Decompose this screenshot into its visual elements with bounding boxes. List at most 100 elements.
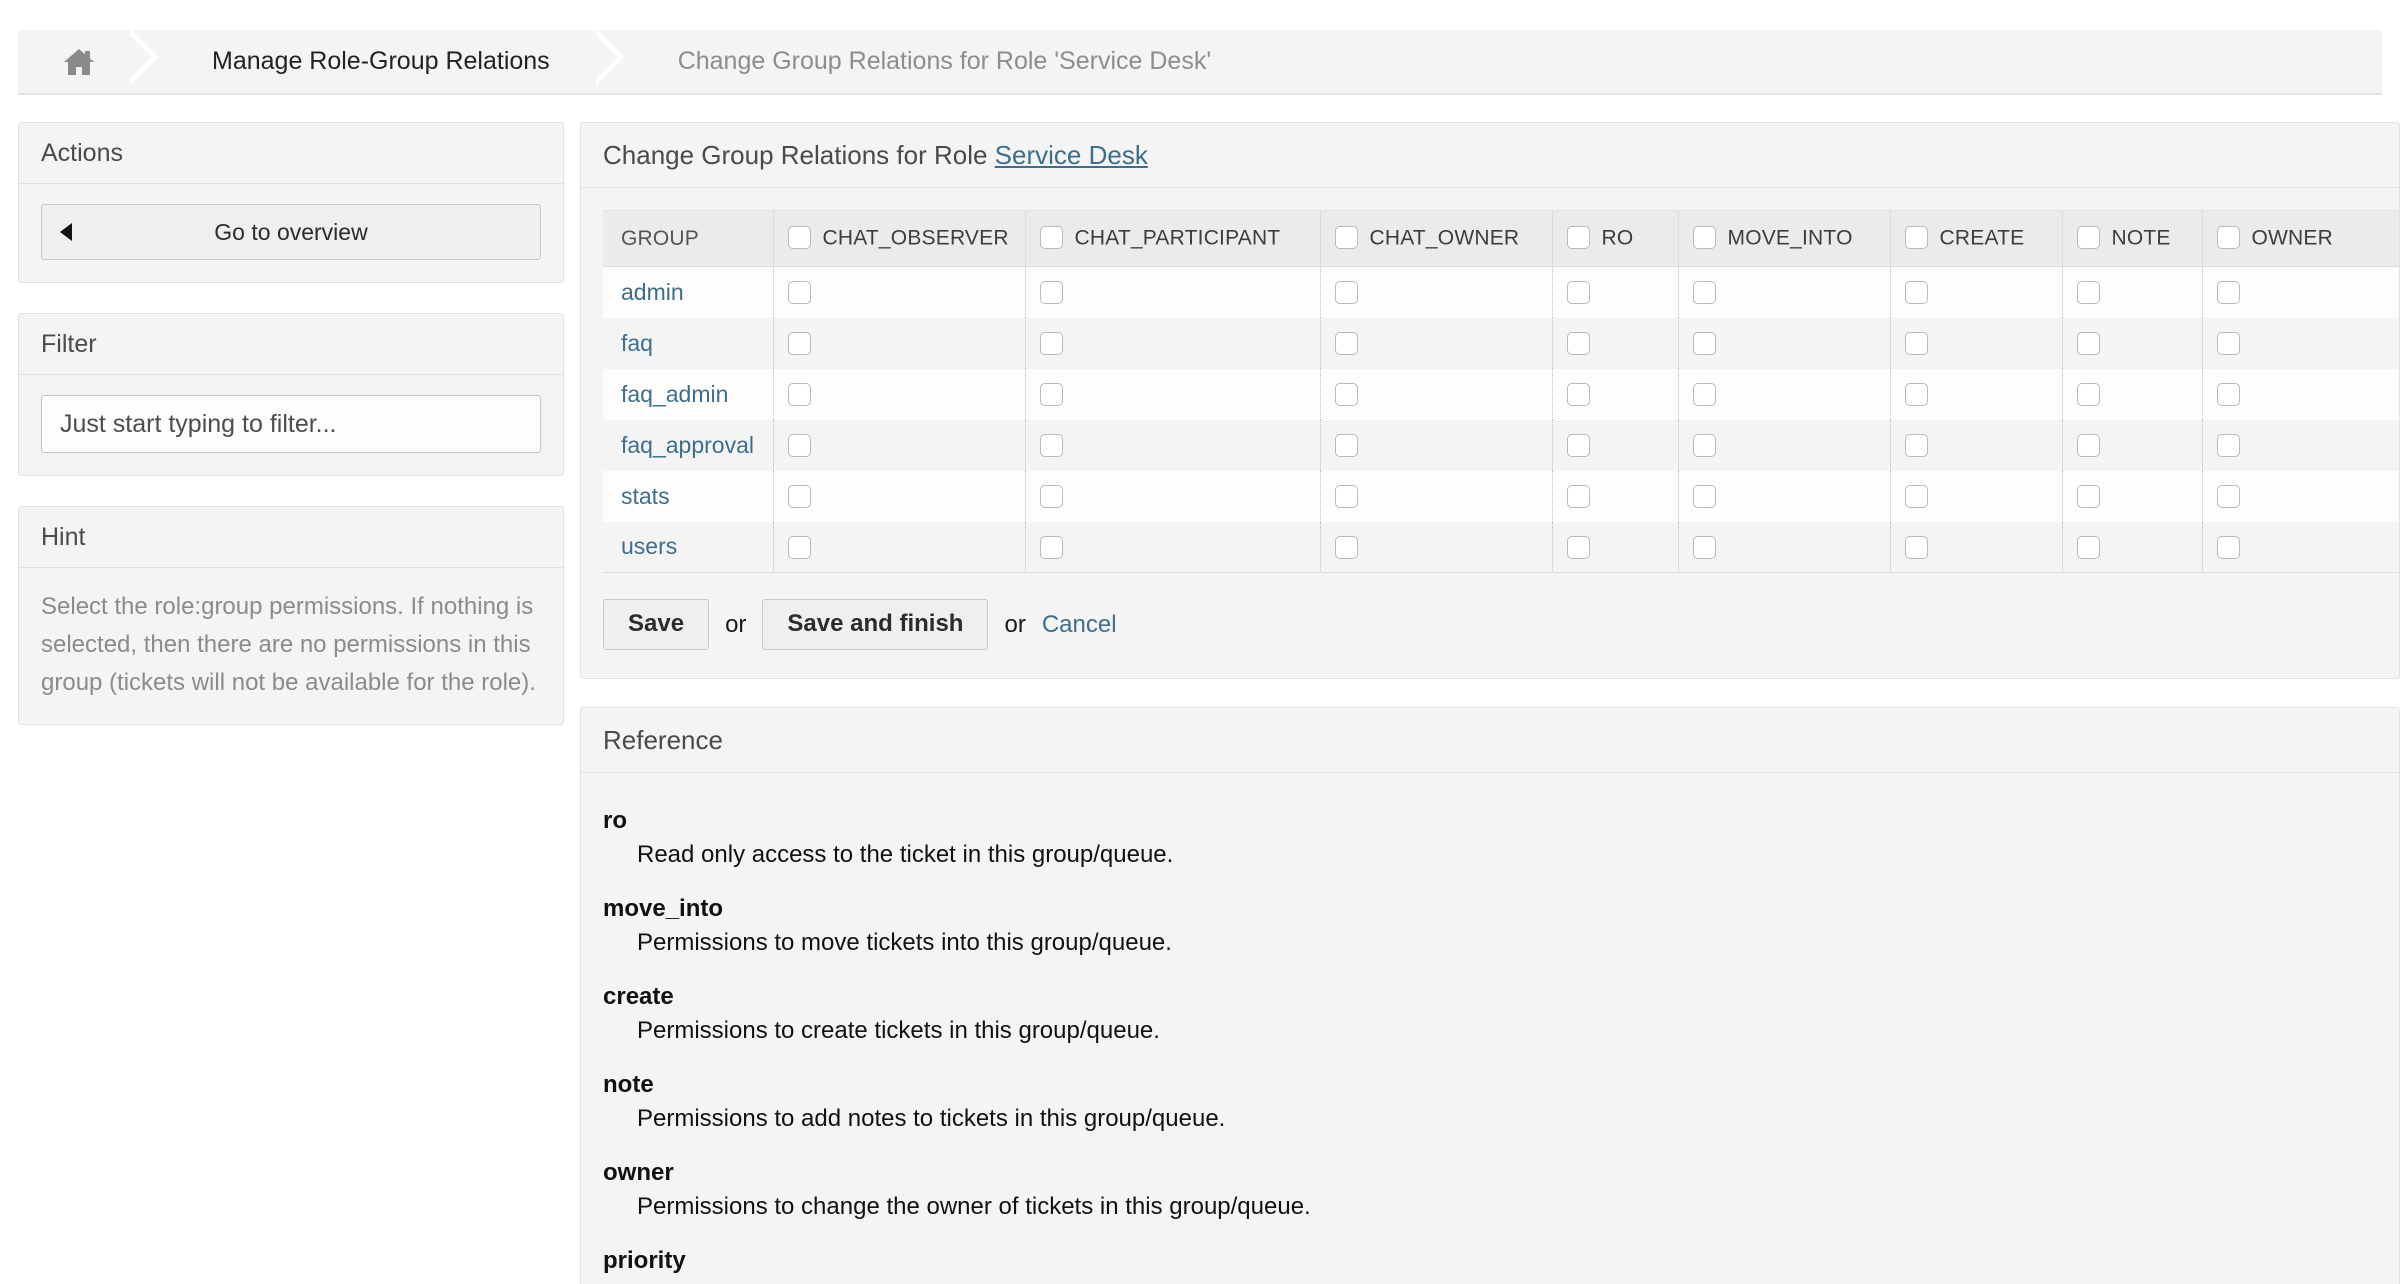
checkbox-admin-create[interactable]	[1905, 281, 1928, 304]
checkbox-faq_approval-create[interactable]	[1905, 434, 1928, 457]
reference-entry: notePermissions to add notes to tickets …	[603, 1071, 2377, 1133]
reference-entry: ownerPermissions to change the owner of …	[603, 1159, 2377, 1221]
checkbox-faq-create[interactable]	[1905, 332, 1928, 355]
permission-cell	[1890, 318, 2062, 369]
group-link-faq[interactable]: faq	[621, 330, 653, 356]
breadcrumb: Manage Role-Group Relations Change Group…	[18, 30, 2382, 95]
permission-cell	[1320, 522, 1552, 573]
reference-definition: Permissions to create tickets in this gr…	[637, 1017, 2377, 1045]
go-to-overview-button[interactable]: Go to overview	[41, 204, 541, 260]
permission-table-header-row: GROUP CHAT_OBSERVERCHAT_PARTICIPANTCHAT_…	[603, 211, 2399, 267]
select-all-checkbox-ro[interactable]	[1567, 226, 1590, 249]
checkbox-users-ro[interactable]	[1567, 536, 1590, 559]
column-header-chat_observer: CHAT_OBSERVER	[773, 211, 1025, 267]
checkbox-users-chat_observer[interactable]	[788, 536, 811, 559]
table-row: faq_admin	[603, 369, 2399, 420]
group-link-faq_approval[interactable]: faq_approval	[621, 432, 754, 458]
save-button[interactable]: Save	[603, 599, 709, 650]
role-link[interactable]: Service Desk	[995, 140, 1148, 170]
permission-cell	[2202, 267, 2399, 318]
group-link-admin[interactable]: admin	[621, 279, 684, 305]
cancel-link[interactable]: Cancel	[1042, 611, 1117, 639]
group-link-faq_admin[interactable]: faq_admin	[621, 381, 728, 407]
permission-cell	[1320, 318, 1552, 369]
column-header-label: MOVE_INTO	[1728, 227, 1853, 250]
permission-cell	[773, 318, 1025, 369]
checkbox-faq-move_into[interactable]	[1693, 332, 1716, 355]
table-row: users	[603, 522, 2399, 573]
checkbox-faq_admin-create[interactable]	[1905, 383, 1928, 406]
group-name-cell: faq_admin	[603, 369, 773, 420]
checkbox-users-create[interactable]	[1905, 536, 1928, 559]
checkbox-faq_approval-chat_owner[interactable]	[1335, 434, 1358, 457]
checkbox-faq_approval-ro[interactable]	[1567, 434, 1590, 457]
permission-cell	[773, 522, 1025, 573]
hint-panel-body: Select the role:group permissions. If no…	[19, 568, 563, 724]
reference-term: priority	[603, 1247, 2377, 1275]
checkbox-admin-chat_owner[interactable]	[1335, 281, 1358, 304]
reference-entry: roRead only access to the ticket in this…	[603, 807, 2377, 869]
group-name-cell: faq_approval	[603, 420, 773, 471]
permission-cell	[1025, 267, 1320, 318]
breadcrumb-label: Manage Role-Group Relations	[212, 47, 550, 76]
checkbox-stats-note[interactable]	[2077, 485, 2100, 508]
checkbox-faq-chat_owner[interactable]	[1335, 332, 1358, 355]
checkbox-admin-owner[interactable]	[2217, 281, 2240, 304]
select-all-checkbox-chat_owner[interactable]	[1335, 226, 1358, 249]
save-and-finish-button[interactable]: Save and finish	[762, 599, 988, 650]
checkbox-faq_admin-ro[interactable]	[1567, 383, 1590, 406]
checkbox-faq-ro[interactable]	[1567, 332, 1590, 355]
checkbox-faq_approval-move_into[interactable]	[1693, 434, 1716, 457]
group-relations-panel: Change Group Relations for Role Service …	[580, 122, 2400, 679]
breadcrumb-item-manage-role-group-relations[interactable]: Manage Role-Group Relations	[170, 30, 596, 93]
column-header-ro: RO	[1552, 211, 1678, 267]
checkbox-faq_approval-chat_participant[interactable]	[1040, 434, 1063, 457]
checkbox-admin-chat_participant[interactable]	[1040, 281, 1063, 304]
checkbox-faq-chat_participant[interactable]	[1040, 332, 1063, 355]
group-link-users[interactable]: users	[621, 533, 677, 559]
checkbox-users-chat_participant[interactable]	[1040, 536, 1063, 559]
checkbox-users-note[interactable]	[2077, 536, 2100, 559]
checkbox-stats-owner[interactable]	[2217, 485, 2240, 508]
filter-input[interactable]	[41, 395, 541, 453]
select-all-checkbox-chat_participant[interactable]	[1040, 226, 1063, 249]
checkbox-admin-move_into[interactable]	[1693, 281, 1716, 304]
checkbox-stats-ro[interactable]	[1567, 485, 1590, 508]
checkbox-users-owner[interactable]	[2217, 536, 2240, 559]
checkbox-faq_admin-chat_owner[interactable]	[1335, 383, 1358, 406]
checkbox-faq_admin-owner[interactable]	[2217, 383, 2240, 406]
column-header-chat_participant: CHAT_PARTICIPANT	[1025, 211, 1320, 267]
checkbox-admin-ro[interactable]	[1567, 281, 1590, 304]
checkbox-faq-chat_observer[interactable]	[788, 332, 811, 355]
select-all-checkbox-owner[interactable]	[2217, 226, 2240, 249]
checkbox-faq_admin-chat_observer[interactable]	[788, 383, 811, 406]
checkbox-admin-chat_observer[interactable]	[788, 281, 811, 304]
checkbox-faq_approval-owner[interactable]	[2217, 434, 2240, 457]
select-all-checkbox-create[interactable]	[1905, 226, 1928, 249]
permission-cell	[1678, 267, 1890, 318]
permission-cell	[1552, 420, 1678, 471]
select-all-checkbox-chat_observer[interactable]	[788, 226, 811, 249]
checkbox-faq_admin-note[interactable]	[2077, 383, 2100, 406]
checkbox-stats-create[interactable]	[1905, 485, 1928, 508]
checkbox-admin-note[interactable]	[2077, 281, 2100, 304]
checkbox-faq_admin-move_into[interactable]	[1693, 383, 1716, 406]
permission-cell	[1025, 318, 1320, 369]
checkbox-users-chat_owner[interactable]	[1335, 536, 1358, 559]
breadcrumb-item-current: Change Group Relations for Role 'Service…	[636, 30, 1257, 93]
checkbox-faq-owner[interactable]	[2217, 332, 2240, 355]
select-all-checkbox-move_into[interactable]	[1693, 226, 1716, 249]
checkbox-users-move_into[interactable]	[1693, 536, 1716, 559]
checkbox-stats-chat_participant[interactable]	[1040, 485, 1063, 508]
checkbox-faq_approval-chat_observer[interactable]	[788, 434, 811, 457]
checkbox-faq_admin-chat_participant[interactable]	[1040, 383, 1063, 406]
checkbox-stats-move_into[interactable]	[1693, 485, 1716, 508]
group-link-stats[interactable]: stats	[621, 483, 670, 509]
breadcrumb-home-link[interactable]	[18, 30, 130, 93]
select-all-checkbox-note[interactable]	[2077, 226, 2100, 249]
checkbox-faq_approval-note[interactable]	[2077, 434, 2100, 457]
reference-entry: priorityPermissions to change the ticket…	[603, 1247, 2377, 1284]
checkbox-stats-chat_owner[interactable]	[1335, 485, 1358, 508]
checkbox-stats-chat_observer[interactable]	[788, 485, 811, 508]
checkbox-faq-note[interactable]	[2077, 332, 2100, 355]
